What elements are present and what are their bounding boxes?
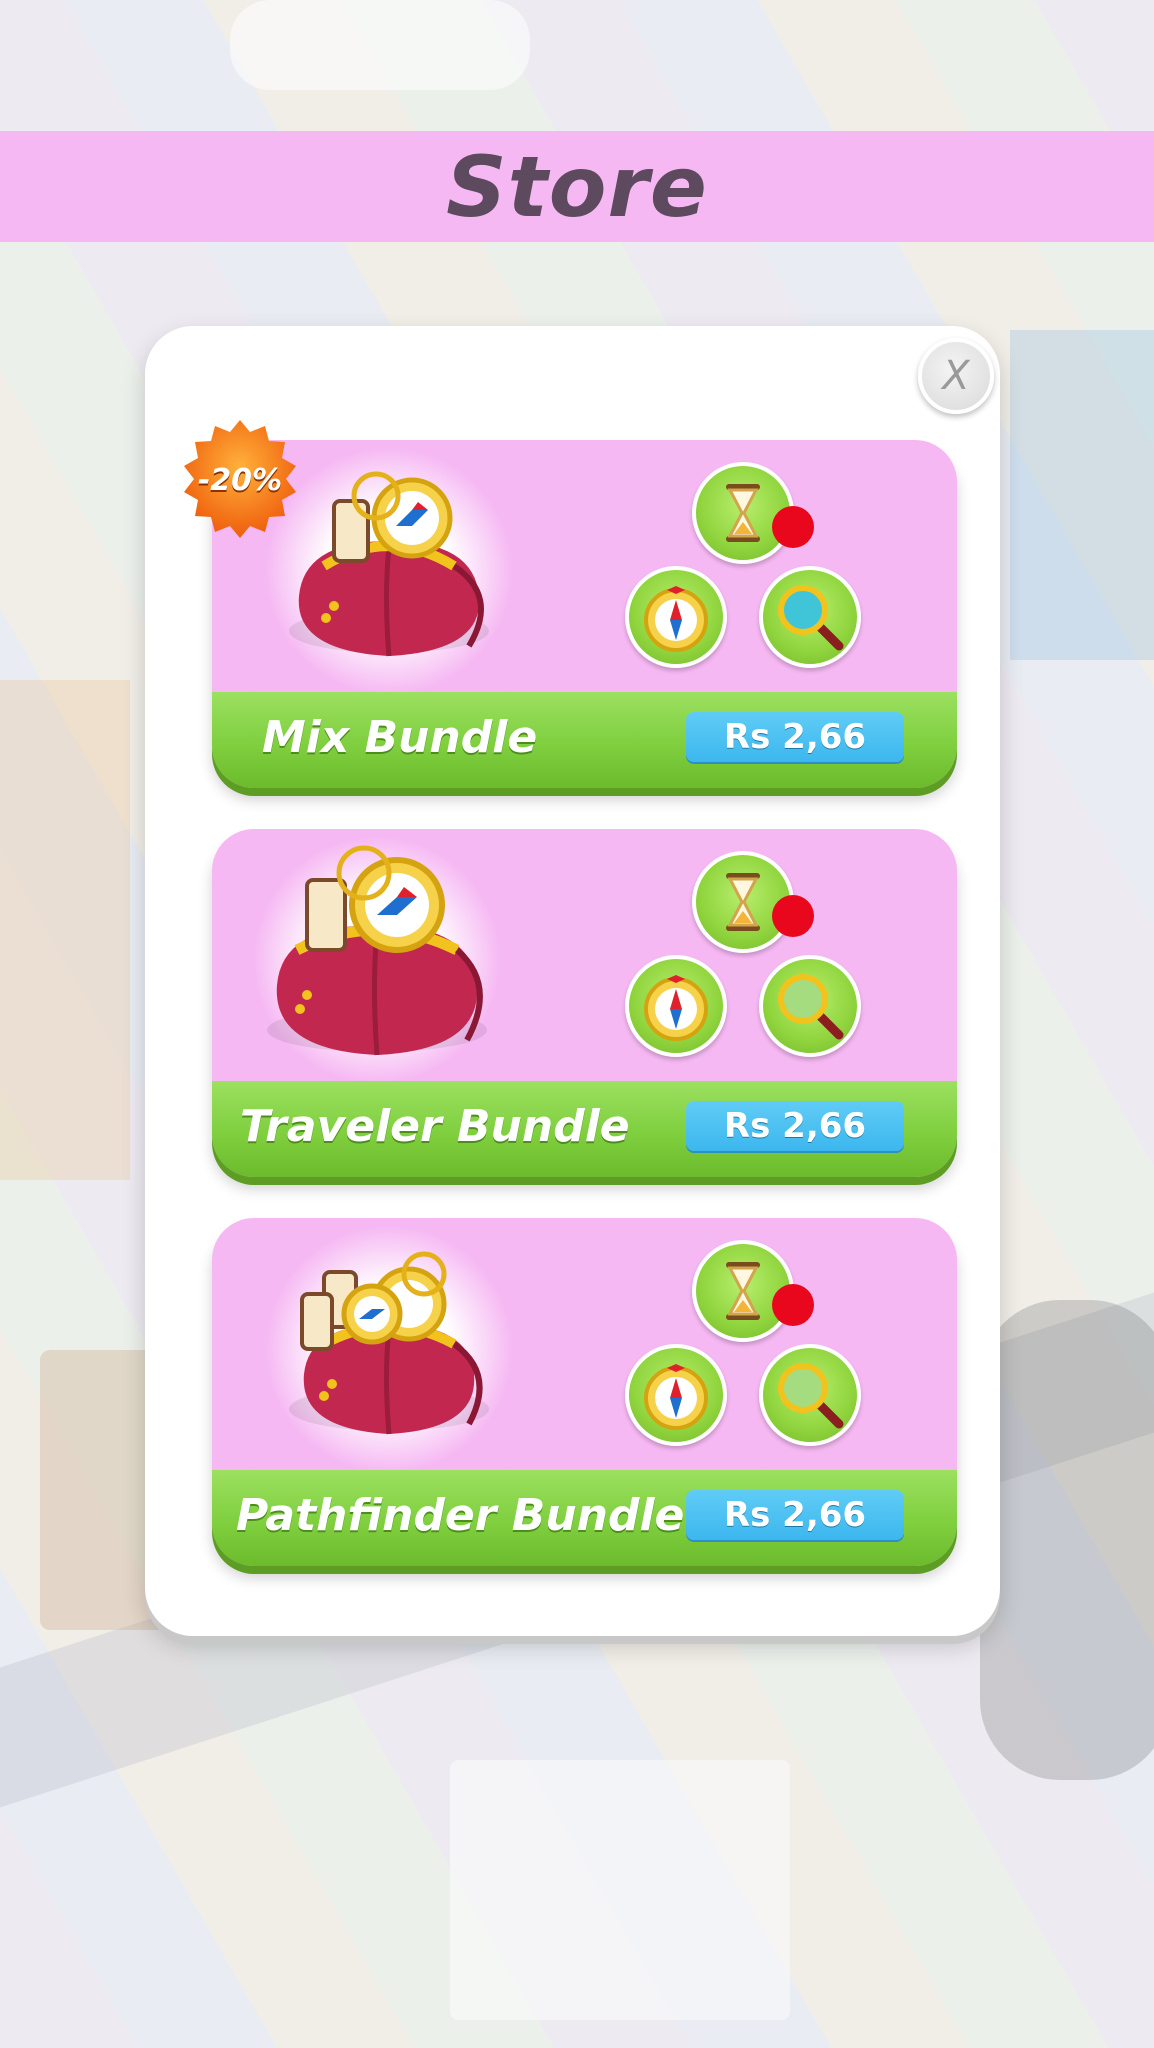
magnifier-icon [759,566,861,668]
buy-button[interactable]: Rs 2,66 [686,1490,904,1540]
magnifier-icon [759,955,861,1057]
page-title: Store [446,137,708,236]
background-building [0,680,130,1180]
bundle-name: Traveler Bundle [240,1101,630,1152]
discount-badge: -20% [178,418,302,542]
magnifier-icon [759,1344,861,1446]
notification-dot [772,1284,814,1326]
close-icon: X [942,353,970,399]
bundle-footer: Traveler Bundle Rs 2,66 [212,1081,957,1177]
bundle-name: Mix Bundle [262,712,538,763]
notification-dot [772,895,814,937]
background-cloud [230,0,530,90]
store-title-bar: Store [0,131,1154,242]
discount-label: -20% [197,462,283,498]
background-building [450,1760,790,2020]
bundle-card-mix[interactable]: Mix Bundle Rs 2,66 [212,440,957,788]
bundle-card-pathfinder[interactable]: Pathfinder Bundle Rs 2,66 [212,1218,957,1566]
compass-icon [625,566,727,668]
price-label: Rs 2,66 [723,1495,867,1535]
bundle-name: Pathfinder Bundle [236,1490,685,1541]
bundle-card-traveler[interactable]: Traveler Bundle Rs 2,66 [212,829,957,1177]
buy-button[interactable]: Rs 2,66 [686,1101,904,1151]
compass-icon [625,1344,727,1446]
background-shop [1010,330,1154,660]
close-button[interactable]: X [918,338,994,414]
price-label: Rs 2,66 [723,1106,867,1146]
bundle-footer: Pathfinder Bundle Rs 2,66 [212,1470,957,1566]
price-label: Rs 2,66 [723,717,867,757]
notification-dot [772,506,814,548]
bundle-footer: Mix Bundle Rs 2,66 [212,692,957,788]
compass-icon [625,955,727,1057]
buy-button[interactable]: Rs 2,66 [686,712,904,762]
background-character [980,1300,1154,1780]
